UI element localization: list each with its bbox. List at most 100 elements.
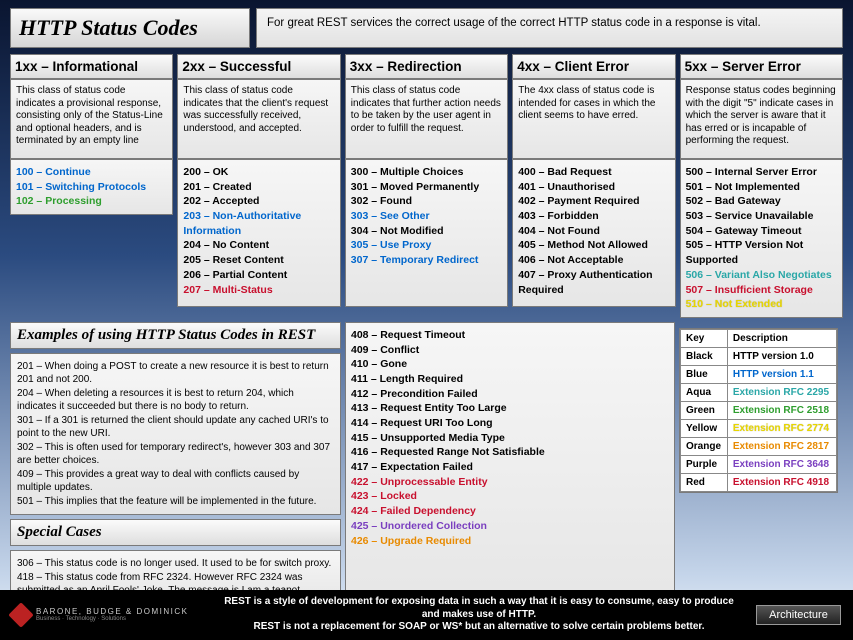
legend-row: PurpleExtension RFC 3648 [681,455,837,473]
legend-key: Green [681,401,728,419]
status-code: 207 – Multi-Status [183,283,334,298]
status-code: 507 – Insufficient Storage [686,283,837,298]
text-line: 301 – If a 301 is returned the client sh… [17,414,334,441]
col-desc-2: This class of status code indicates that… [177,79,340,159]
status-code: 102 – Processing [16,194,167,209]
legend-desc: Extension RFC 2295 [727,383,836,401]
status-code: 405 – Method Not Allowed [518,238,669,253]
text-line: 306 – This status code is no longer used… [17,557,334,571]
status-code: 410 – Gone [351,357,669,372]
legend-desc: Extension RFC 2518 [727,401,836,419]
col-head-2: 2xx – Successful [177,54,340,79]
legend-table: Key Description BlackHTTP version 1.0Blu… [679,328,838,493]
logo-line1: BARONE, BUDGE & DOMINICK [36,608,188,616]
status-code: 206 – Partial Content [183,268,334,283]
special-heading: Special Cases [10,519,341,546]
status-code: 401 – Unauthorised [518,180,669,195]
status-code: 301 – Moved Permanently [351,180,502,195]
legend-key: Red [681,473,728,491]
status-code: 201 – Created [183,180,334,195]
codes-2: 200 – OK201 – Created202 – Accepted203 –… [177,159,340,307]
status-code: 200 – OK [183,165,334,180]
status-code: 505 – HTTP Version Not Supported [686,238,837,267]
text-line: REST is a style of development for expos… [214,596,744,621]
codes-1: 100 – Continue101 – Switching Protocols1… [10,159,173,215]
status-code: 409 – Conflict [351,343,669,358]
status-code: 417 – Expectation Failed [351,460,669,475]
legend-row: OrangeExtension RFC 2817 [681,437,837,455]
col-desc-1: This class of status code indicates a pr… [10,79,173,159]
status-code: 101 – Switching Protocols [16,180,167,195]
status-code: 403 – Forbidden [518,209,669,224]
page-tagline: For great REST services the correct usag… [256,8,843,48]
status-code: 423 – Locked [351,489,669,504]
legend-key: Yellow [681,419,728,437]
col-head-3: 3xx – Redirection [345,54,508,79]
legend-desc-head: Description [727,329,836,347]
status-code: 407 – Proxy Authentication Required [518,268,669,297]
col-desc-4: The 4xx class of status code is intended… [512,79,675,159]
logo-icon [8,602,33,627]
examples-heading: Examples of using HTTP Status Codes in R… [10,322,341,349]
status-code: 304 – Not Modified [351,224,502,239]
text-line: 501 – This implies that the feature will… [17,495,334,509]
status-code: 502 – Bad Gateway [686,194,837,209]
legend-desc: Extension RFC 2774 [727,419,836,437]
status-code: 504 – Gateway Timeout [686,224,837,239]
status-code: 100 – Continue [16,165,167,180]
legend-row: BlueHTTP version 1.1 [681,365,837,383]
legend-key: Black [681,347,728,365]
text-line: REST is not a replacement for SOAP or WS… [214,621,744,634]
status-code: 303 – See Other [351,209,502,224]
status-code: 300 – Multiple Choices [351,165,502,180]
status-code: 416 – Requested Range Not Satisfiable [351,445,669,460]
legend-desc: Extension RFC 4918 [727,473,836,491]
legend-key: Orange [681,437,728,455]
status-code: 501 – Not Implemented [686,180,837,195]
codes-3: 300 – Multiple Choices301 – Moved Perman… [345,159,508,307]
footer-logo: BARONE, BUDGE & DOMINICK Business · Tech… [12,606,202,624]
legend-row: AquaExtension RFC 2295 [681,383,837,401]
status-code: 414 – Request URI Too Long [351,416,669,431]
legend-key: Aqua [681,383,728,401]
status-code: 415 – Unsupported Media Type [351,431,669,446]
status-code: 204 – No Content [183,238,334,253]
text-line: 204 – When deleting a resources it is be… [17,387,334,414]
col-desc-3: This class of status code indicates that… [345,79,508,159]
codes-4: 400 – Bad Request401 – Unauthorised402 –… [512,159,675,307]
status-code: 411 – Length Required [351,372,669,387]
col-head-1: 1xx – Informational [10,54,173,79]
status-code: 305 – Use Proxy [351,238,502,253]
status-code: 500 – Internal Server Error [686,165,837,180]
logo-line2: Business · Technology · Solutions [36,616,188,622]
status-code: 510 – Not Extended [686,297,837,312]
status-code: 202 – Accepted [183,194,334,209]
status-code: 503 – Service Unavailable [686,209,837,224]
codes-5: 500 – Internal Server Error501 – Not Imp… [680,159,843,318]
status-code: 425 – Unordered Collection [351,519,669,534]
status-code: 408 – Request Timeout [351,328,669,343]
col-head-5: 5xx – Server Error [680,54,843,79]
footer: BARONE, BUDGE & DOMINICK Business · Tech… [0,590,853,640]
text-line: 302 – This is often used for temporary r… [17,441,334,468]
footer-tag: Architecture [756,605,841,625]
status-code: 404 – Not Found [518,224,669,239]
codes-4-ext: 408 – Request Timeout409 – Conflict410 –… [345,322,675,605]
examples-body: 201 – When doing a POST to create a new … [10,353,341,516]
legend-desc: Extension RFC 3648 [727,455,836,473]
legend-key: Purple [681,455,728,473]
status-code: 413 – Request Entity Too Large [351,401,669,416]
legend-key-head: Key [681,329,728,347]
status-code: 506 – Variant Also Negotiates [686,268,837,283]
legend-row: BlackHTTP version 1.0 [681,347,837,365]
legend-desc: HTTP version 1.1 [727,365,836,383]
page-title: HTTP Status Codes [10,8,250,48]
legend-desc: Extension RFC 2817 [727,437,836,455]
legend-row: GreenExtension RFC 2518 [681,401,837,419]
col-head-4: 4xx – Client Error [512,54,675,79]
legend-row: RedExtension RFC 4918 [681,473,837,491]
text-line: 201 – When doing a POST to create a new … [17,360,334,387]
text-line: 409 – This provides a great way to deal … [17,468,334,495]
status-code: 205 – Reset Content [183,253,334,268]
status-code: 302 – Found [351,194,502,209]
